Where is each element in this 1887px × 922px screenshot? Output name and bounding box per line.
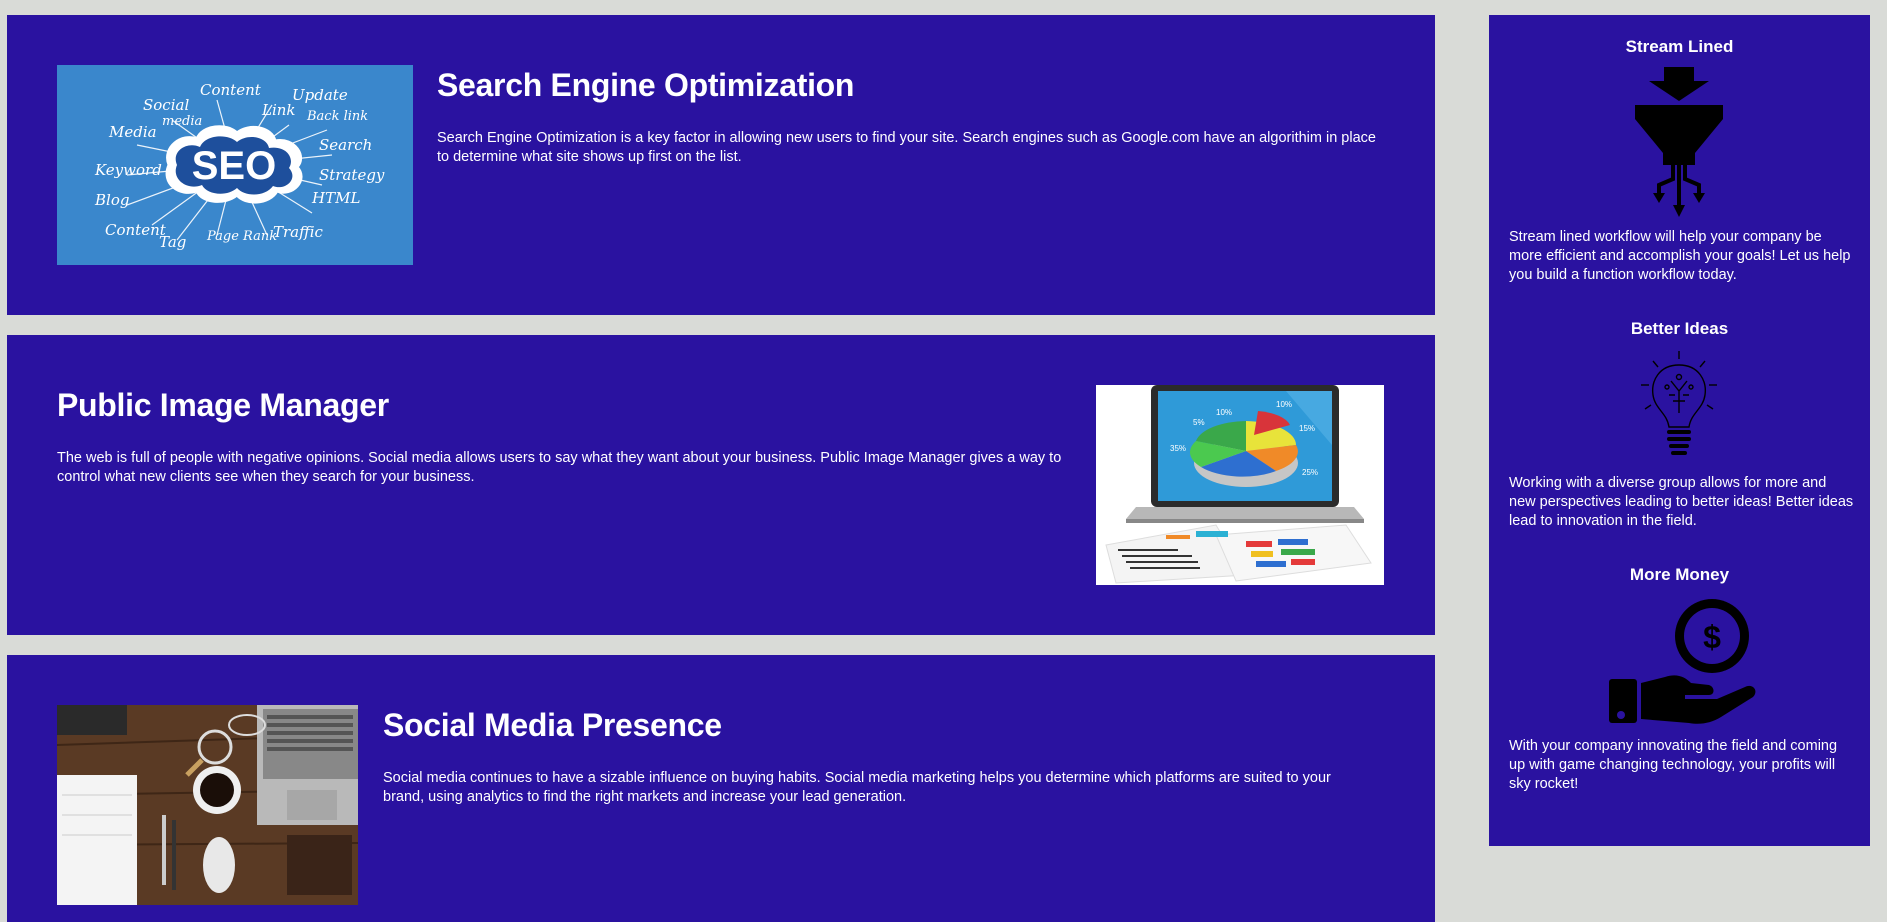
svg-text:Link: Link (261, 101, 296, 119)
benefits-sidebar: Stream Lined Stream lined workflow will … (1489, 15, 1870, 846)
svg-text:Strategy: Strategy (319, 166, 385, 184)
svg-text:25%: 25% (1302, 468, 1318, 477)
svg-text:Social: Social (143, 96, 189, 114)
lightbulb-icon (1639, 351, 1719, 461)
svg-text:Back link: Back link (306, 109, 368, 124)
benefit-title: Better Ideas (1630, 319, 1729, 338)
svg-text:Blog: Blog (94, 191, 129, 209)
svg-text:Content: Content (200, 81, 262, 99)
benefit-title: More Money (1629, 565, 1730, 584)
seo-image: SEO Social media Content Update Link Bac… (57, 65, 413, 265)
svg-text:Tag: Tag (159, 233, 186, 251)
service-card-seo: SEO Social media Content Update Link Bac… (7, 15, 1435, 315)
service-card-social-media: Social Media Presence Social media conti… (7, 655, 1435, 922)
svg-text:10%: 10% (1276, 400, 1292, 409)
benefit-text: With your company innovating the field a… (1509, 738, 1838, 792)
seo-word-cloud-graphic: SEO Social media Content Update Link Bac… (94, 81, 385, 251)
svg-text:Keyword: Keyword (94, 161, 162, 179)
service-description: The web is full of people with negative … (57, 450, 1062, 485)
benefit-title: Stream Lined (1625, 37, 1734, 56)
laptop-chart-image: 10% 10% 5% 15% 35% 25% (1096, 385, 1384, 585)
service-card-public-image: Public Image Manager The web is full of … (7, 335, 1435, 635)
seo-center-text: SEO (192, 144, 276, 188)
funnel-icon (1629, 67, 1729, 217)
svg-text:$: $ (1703, 619, 1721, 655)
svg-text:media: media (162, 114, 202, 129)
benefit-text: Working with a diverse group allows for … (1509, 475, 1854, 529)
money-hand-icon: $ (1605, 595, 1757, 727)
svg-text:5%: 5% (1193, 418, 1205, 427)
svg-text:Content: Content (105, 221, 167, 239)
svg-text:Search: Search (319, 136, 372, 154)
svg-text:Traffic: Traffic (273, 223, 324, 241)
desk-workspace-graphic (57, 705, 358, 905)
svg-text:Update: Update (292, 86, 348, 104)
svg-text:Page Rank: Page Rank (206, 229, 277, 244)
service-description: Search Engine Optimization is a key fact… (437, 130, 1376, 165)
laptop-pie-chart-graphic: 10% 10% 5% 15% 35% 25% (1105, 385, 1372, 584)
svg-text:Media: Media (108, 123, 157, 141)
svg-text:HTML: HTML (311, 189, 360, 207)
benefit-text: Stream lined workflow will help your com… (1509, 229, 1851, 283)
svg-text:15%: 15% (1299, 424, 1315, 433)
desk-photo-image (57, 705, 358, 905)
service-title: Social Media Presence (383, 707, 722, 743)
service-description: Social media continues to have a sizable… (383, 770, 1331, 805)
svg-text:35%: 35% (1170, 444, 1186, 453)
service-title: Search Engine Optimization (437, 67, 855, 103)
svg-text:10%: 10% (1216, 408, 1232, 417)
service-title: Public Image Manager (57, 387, 389, 423)
